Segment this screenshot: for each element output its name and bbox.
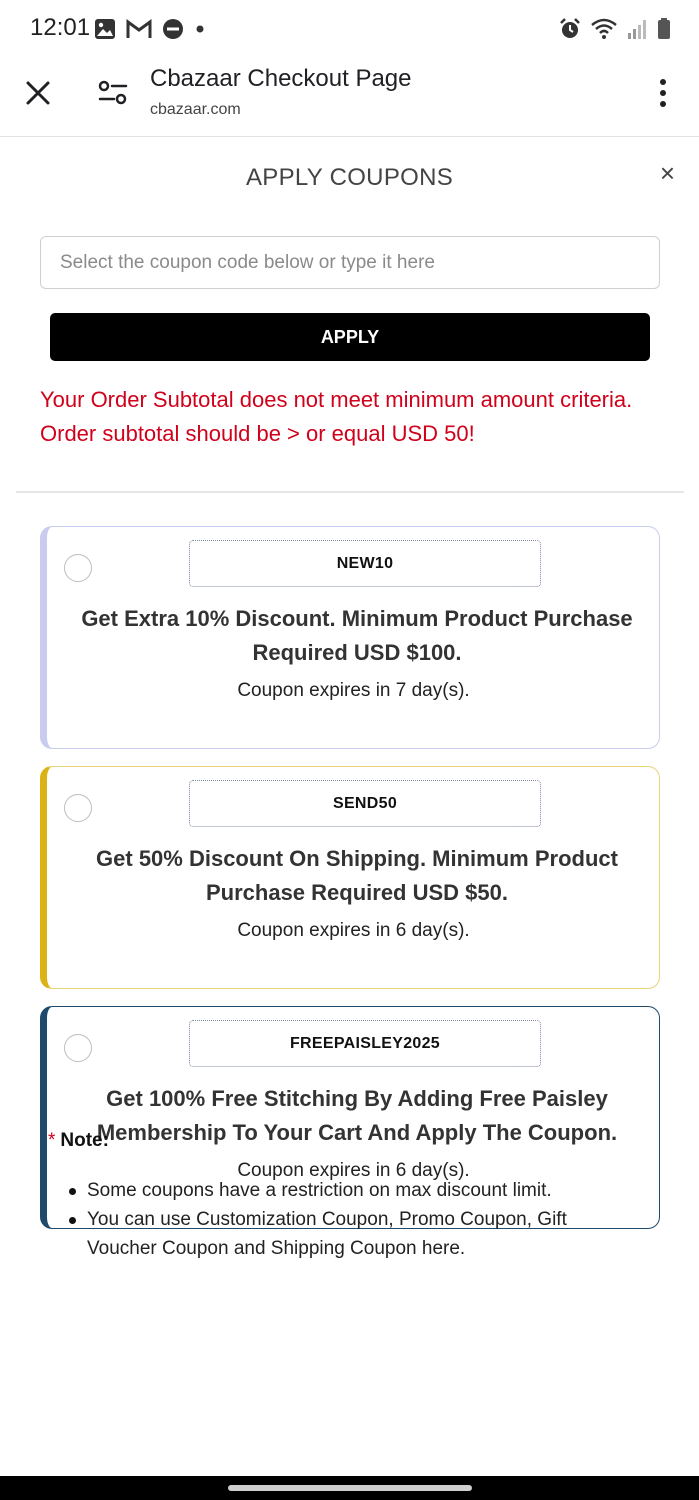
notification-icons <box>94 18 206 40</box>
coupon-code: SEND50 <box>189 780 541 827</box>
coupon-expiry: Coupon expires in 6 day(s). <box>237 920 470 941</box>
apply-coupons-modal: APPLY COUPONS × APPLY Your Order Subtota… <box>0 138 699 1476</box>
do-not-disturb-icon <box>163 19 183 39</box>
apply-button[interactable]: APPLY <box>50 313 650 361</box>
alarm-icon <box>560 18 580 38</box>
note-heading: * Note: <box>48 1130 109 1152</box>
coupon-description: Get Extra 10% Discount. Minimum Product … <box>81 606 633 665</box>
coupon-card-new10[interactable]: NEW10 Get Extra 10% Discount. Minimum Pr… <box>40 526 660 749</box>
modal-close-button[interactable]: × <box>660 160 675 186</box>
note-item: Some coupons have a restriction on max d… <box>66 1176 626 1205</box>
browser-header: Cbazaar Checkout Page cbazaar.com <box>0 60 699 137</box>
note-label: Note: <box>60 1130 109 1151</box>
close-icon[interactable] <box>22 77 54 109</box>
status-time: 12:01 <box>30 14 91 41</box>
wifi-icon <box>591 18 617 39</box>
signal-icon <box>628 20 646 39</box>
divider <box>16 491 684 493</box>
status-bar: 12:01 <box>0 0 699 60</box>
coupon-expiry: Coupon expires in 7 day(s). <box>237 680 470 701</box>
dot-icon <box>196 25 204 33</box>
error-message: Your Order Subtotal does not meet minimu… <box>40 387 633 446</box>
coupon-description: Get 100% Free Stitching By Adding Free P… <box>96 1086 618 1145</box>
battery-icon <box>658 18 670 39</box>
note-item: You can use Customization Coupon, Promo … <box>66 1205 626 1263</box>
more-options-icon[interactable] <box>655 78 671 108</box>
required-asterisk: * <box>48 1130 56 1151</box>
note-list: Some coupons have a restriction on max d… <box>66 1176 626 1263</box>
system-navigation-bar <box>0 1476 699 1500</box>
coupon-card-send50[interactable]: SEND50 Get 50% Discount On Shipping. Min… <box>40 766 660 989</box>
coupon-code: FREEPAISLEY2025 <box>189 1020 541 1067</box>
coupon-radio[interactable] <box>64 794 92 822</box>
modal-title: APPLY COUPONS <box>245 164 454 191</box>
coupon-radio[interactable] <box>64 1034 92 1062</box>
system-icons <box>559 18 671 40</box>
coupon-code-input[interactable] <box>40 236 660 289</box>
coupon-description: Get 50% Discount On Shipping. Minimum Pr… <box>96 846 618 905</box>
coupon-code: NEW10 <box>189 540 541 587</box>
page-title: Cbazaar Checkout Page <box>150 65 412 92</box>
page-url: cbazaar.com <box>150 101 241 118</box>
home-gesture-handle[interactable] <box>228 1485 472 1491</box>
coupon-radio[interactable] <box>64 554 92 582</box>
image-icon <box>95 19 115 39</box>
gmail-icon <box>126 19 152 38</box>
site-settings-icon[interactable] <box>98 79 128 107</box>
